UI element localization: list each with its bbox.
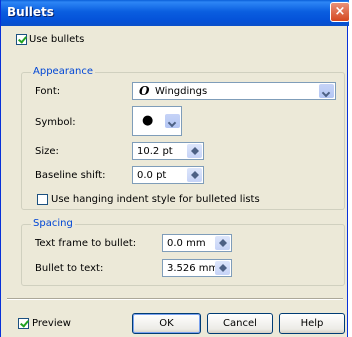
footer-separator <box>7 298 343 300</box>
symbol-label: Symbol: <box>35 117 76 128</box>
text-frame-to-bullet-value: 0.0 mm <box>167 238 206 249</box>
symbol-picker[interactable]: ● <box>132 106 182 136</box>
font-label: Font: <box>35 86 61 97</box>
font-dropdown[interactable]: O Wingdings <box>132 82 336 100</box>
ok-button[interactable]: OK <box>132 313 201 334</box>
bullet-to-text-spinbox[interactable]: 3.526 mm <box>162 259 232 277</box>
preview-label[interactable]: Preview <box>32 318 71 329</box>
hanging-indent-label[interactable]: Use hanging indent style for bulleted li… <box>51 194 260 205</box>
chevron-down-icon[interactable] <box>165 114 180 128</box>
spin-down-icon[interactable] <box>191 151 199 155</box>
bullet-to-text-value: 3.526 mm <box>167 263 219 274</box>
dialog-title: Bullets <box>7 5 54 19</box>
baseline-shift-label: Baseline shift: <box>35 170 106 181</box>
hanging-indent-checkbox[interactable] <box>37 194 48 205</box>
opentype-font-icon: O <box>139 84 150 98</box>
size-label: Size: <box>35 146 59 157</box>
spin-down-icon[interactable] <box>219 268 227 272</box>
text-frame-spinner[interactable] <box>215 236 230 250</box>
preview-checkbox[interactable] <box>18 318 29 329</box>
bullet-to-text-label: Bullet to text: <box>35 263 104 274</box>
baseline-shift-spinbox[interactable]: 0.0 pt <box>132 166 204 184</box>
close-button[interactable]: × <box>330 2 350 22</box>
help-button[interactable]: Help <box>279 313 345 334</box>
baseline-shift-spinner[interactable] <box>187 168 202 182</box>
baseline-shift-value: 0.0 pt <box>137 170 167 181</box>
size-spinbox[interactable]: 10.2 pt <box>132 142 204 160</box>
spin-down-icon[interactable] <box>219 243 227 247</box>
appearance-legend: Appearance <box>31 66 96 77</box>
size-spinner[interactable] <box>187 144 202 158</box>
use-bullets-checkbox[interactable] <box>16 34 27 45</box>
spacing-legend: Spacing <box>31 218 75 229</box>
use-bullets-label[interactable]: Use bullets <box>29 34 84 45</box>
title-bar[interactable]: Bullets × <box>1 0 350 26</box>
size-value: 10.2 pt <box>137 146 173 157</box>
spin-down-icon[interactable] <box>191 175 199 179</box>
cancel-button[interactable]: Cancel <box>207 313 273 334</box>
symbol-value: ● <box>142 113 154 128</box>
bullets-dialog: Bullets × Use bullets Appearance Font: O… <box>0 0 350 337</box>
text-frame-to-bullet-label: Text frame to bullet: <box>35 238 137 249</box>
font-value: Wingdings <box>155 86 208 97</box>
text-frame-to-bullet-spinbox[interactable]: 0.0 mm <box>162 234 232 252</box>
bullet-to-text-spinner[interactable] <box>215 261 230 275</box>
chevron-down-icon[interactable] <box>319 84 334 98</box>
